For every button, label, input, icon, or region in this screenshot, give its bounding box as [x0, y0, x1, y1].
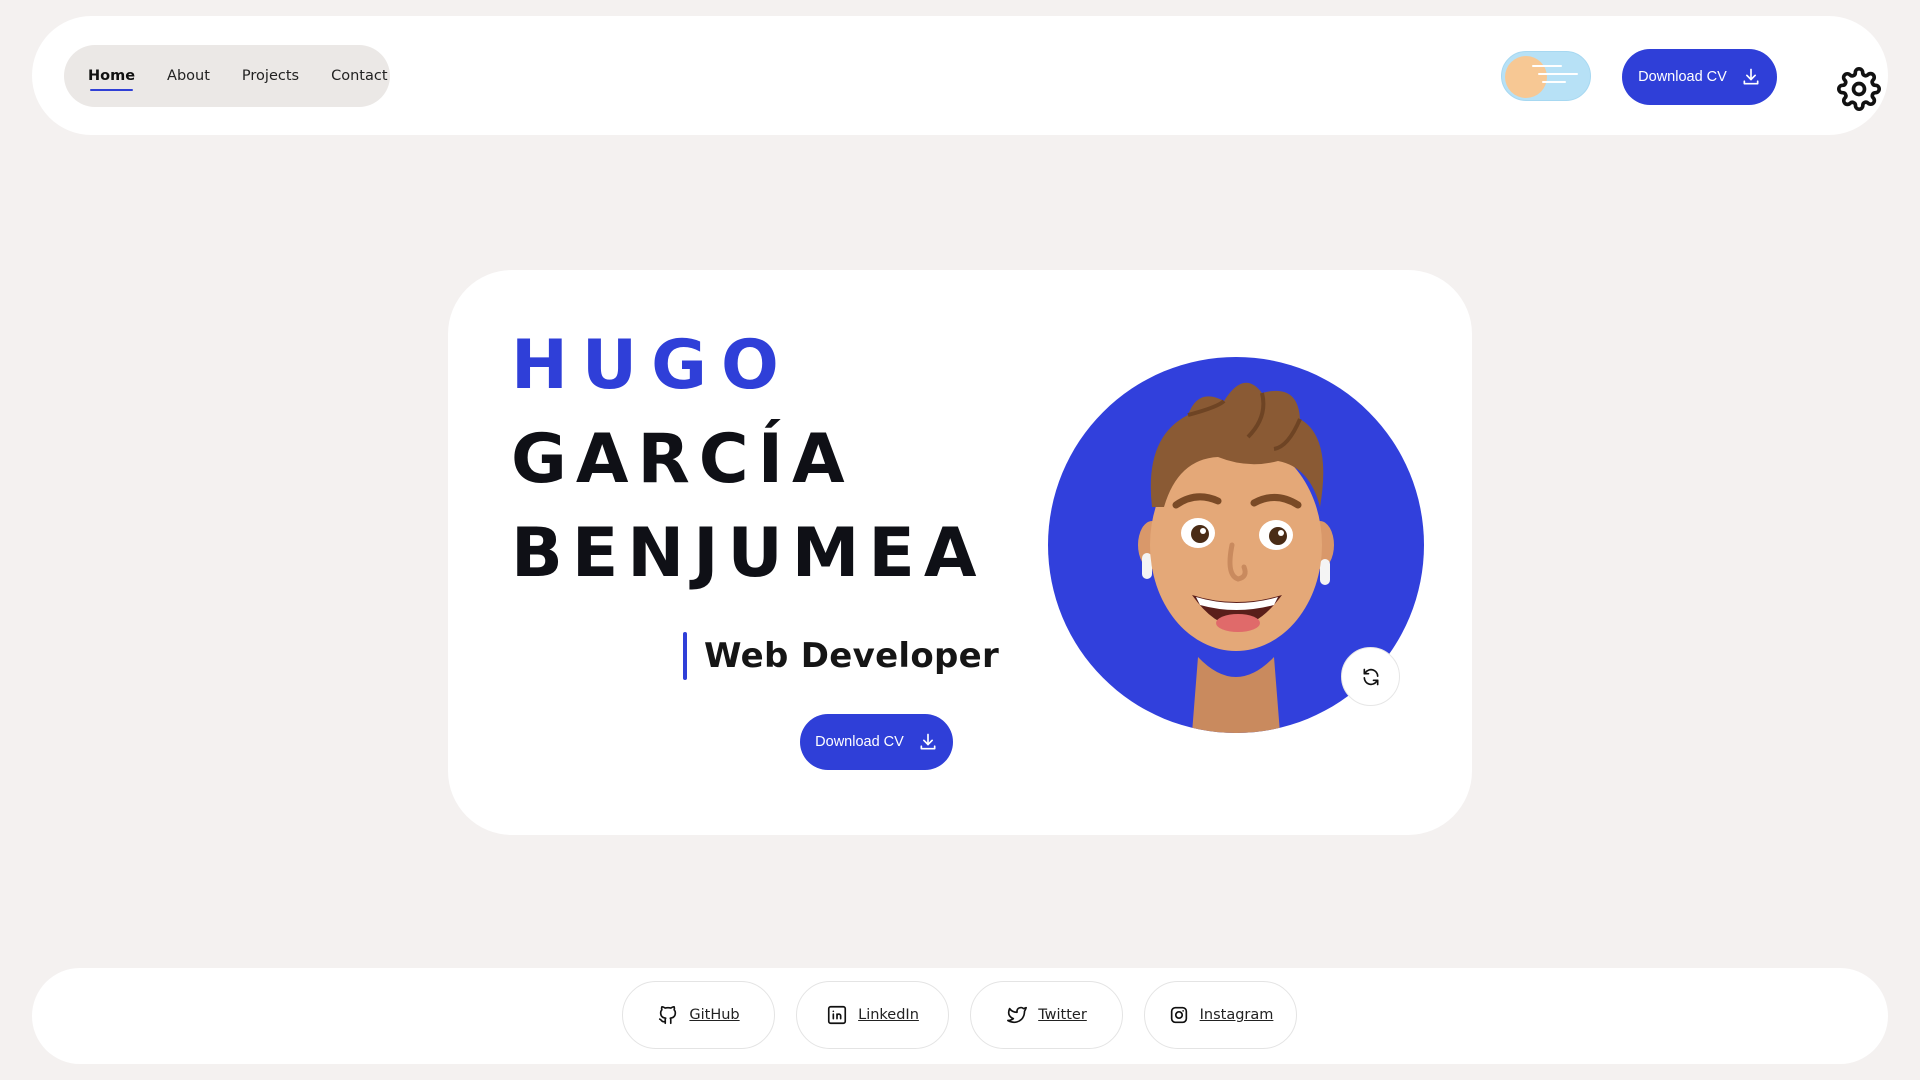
social-link-linkedin[interactable]: LinkedIn	[796, 981, 949, 1049]
toggle-decor-line	[1538, 73, 1578, 75]
social-links: GitHub LinkedIn Twitter Instagram	[622, 981, 1297, 1049]
social-label: LinkedIn	[858, 1007, 919, 1023]
toggle-decor-line	[1542, 81, 1566, 83]
download-cv-label: Download CV	[815, 734, 904, 750]
download-icon	[1743, 68, 1759, 85]
refresh-avatar-button[interactable]	[1341, 647, 1400, 706]
toggle-decor-line	[1532, 65, 1562, 67]
download-cv-label: Download CV	[1638, 69, 1727, 85]
nav-item-about[interactable]: About	[167, 68, 210, 84]
main-nav: Home About Projects Contact	[64, 45, 390, 107]
hero-last-name: BENJUMEA	[511, 514, 986, 593]
social-link-github[interactable]: GitHub	[622, 981, 775, 1049]
social-link-instagram[interactable]: Instagram	[1144, 981, 1297, 1049]
sun-icon	[1505, 56, 1547, 98]
refresh-icon	[1363, 668, 1378, 685]
hero-card: HUGO GARCÍA BENJUMEA Web Developer Downl…	[448, 270, 1472, 835]
instagram-icon	[1170, 1006, 1187, 1024]
nav-item-contact[interactable]: Contact	[331, 68, 387, 84]
nav-item-home[interactable]: Home	[88, 68, 135, 91]
social-link-twitter[interactable]: Twitter	[970, 981, 1123, 1049]
nav-item-projects[interactable]: Projects	[242, 68, 299, 84]
linkedin-icon	[828, 1005, 847, 1025]
github-icon	[659, 1005, 677, 1025]
gear-icon[interactable]	[1837, 67, 1881, 111]
hero-middle-name: GARCÍA	[511, 420, 854, 499]
hero-role: Web Developer	[704, 636, 1000, 676]
social-label: GitHub	[689, 1007, 740, 1023]
hero-download-cv-button[interactable]: Download CV	[800, 714, 953, 770]
social-label: Twitter	[1038, 1007, 1087, 1023]
hero-first-name: HUGO	[511, 326, 793, 405]
role-accent-bar	[683, 632, 687, 680]
social-label: Instagram	[1199, 1007, 1274, 1023]
theme-toggle[interactable]	[1501, 51, 1591, 101]
header-download-cv-button[interactable]: Download CV	[1622, 49, 1777, 105]
site-footer: GitHub LinkedIn Twitter Instagram	[32, 968, 1888, 1064]
twitter-icon	[1007, 1006, 1028, 1024]
site-header: Home About Projects Contact Download CV	[32, 16, 1888, 135]
download-icon	[920, 733, 936, 750]
